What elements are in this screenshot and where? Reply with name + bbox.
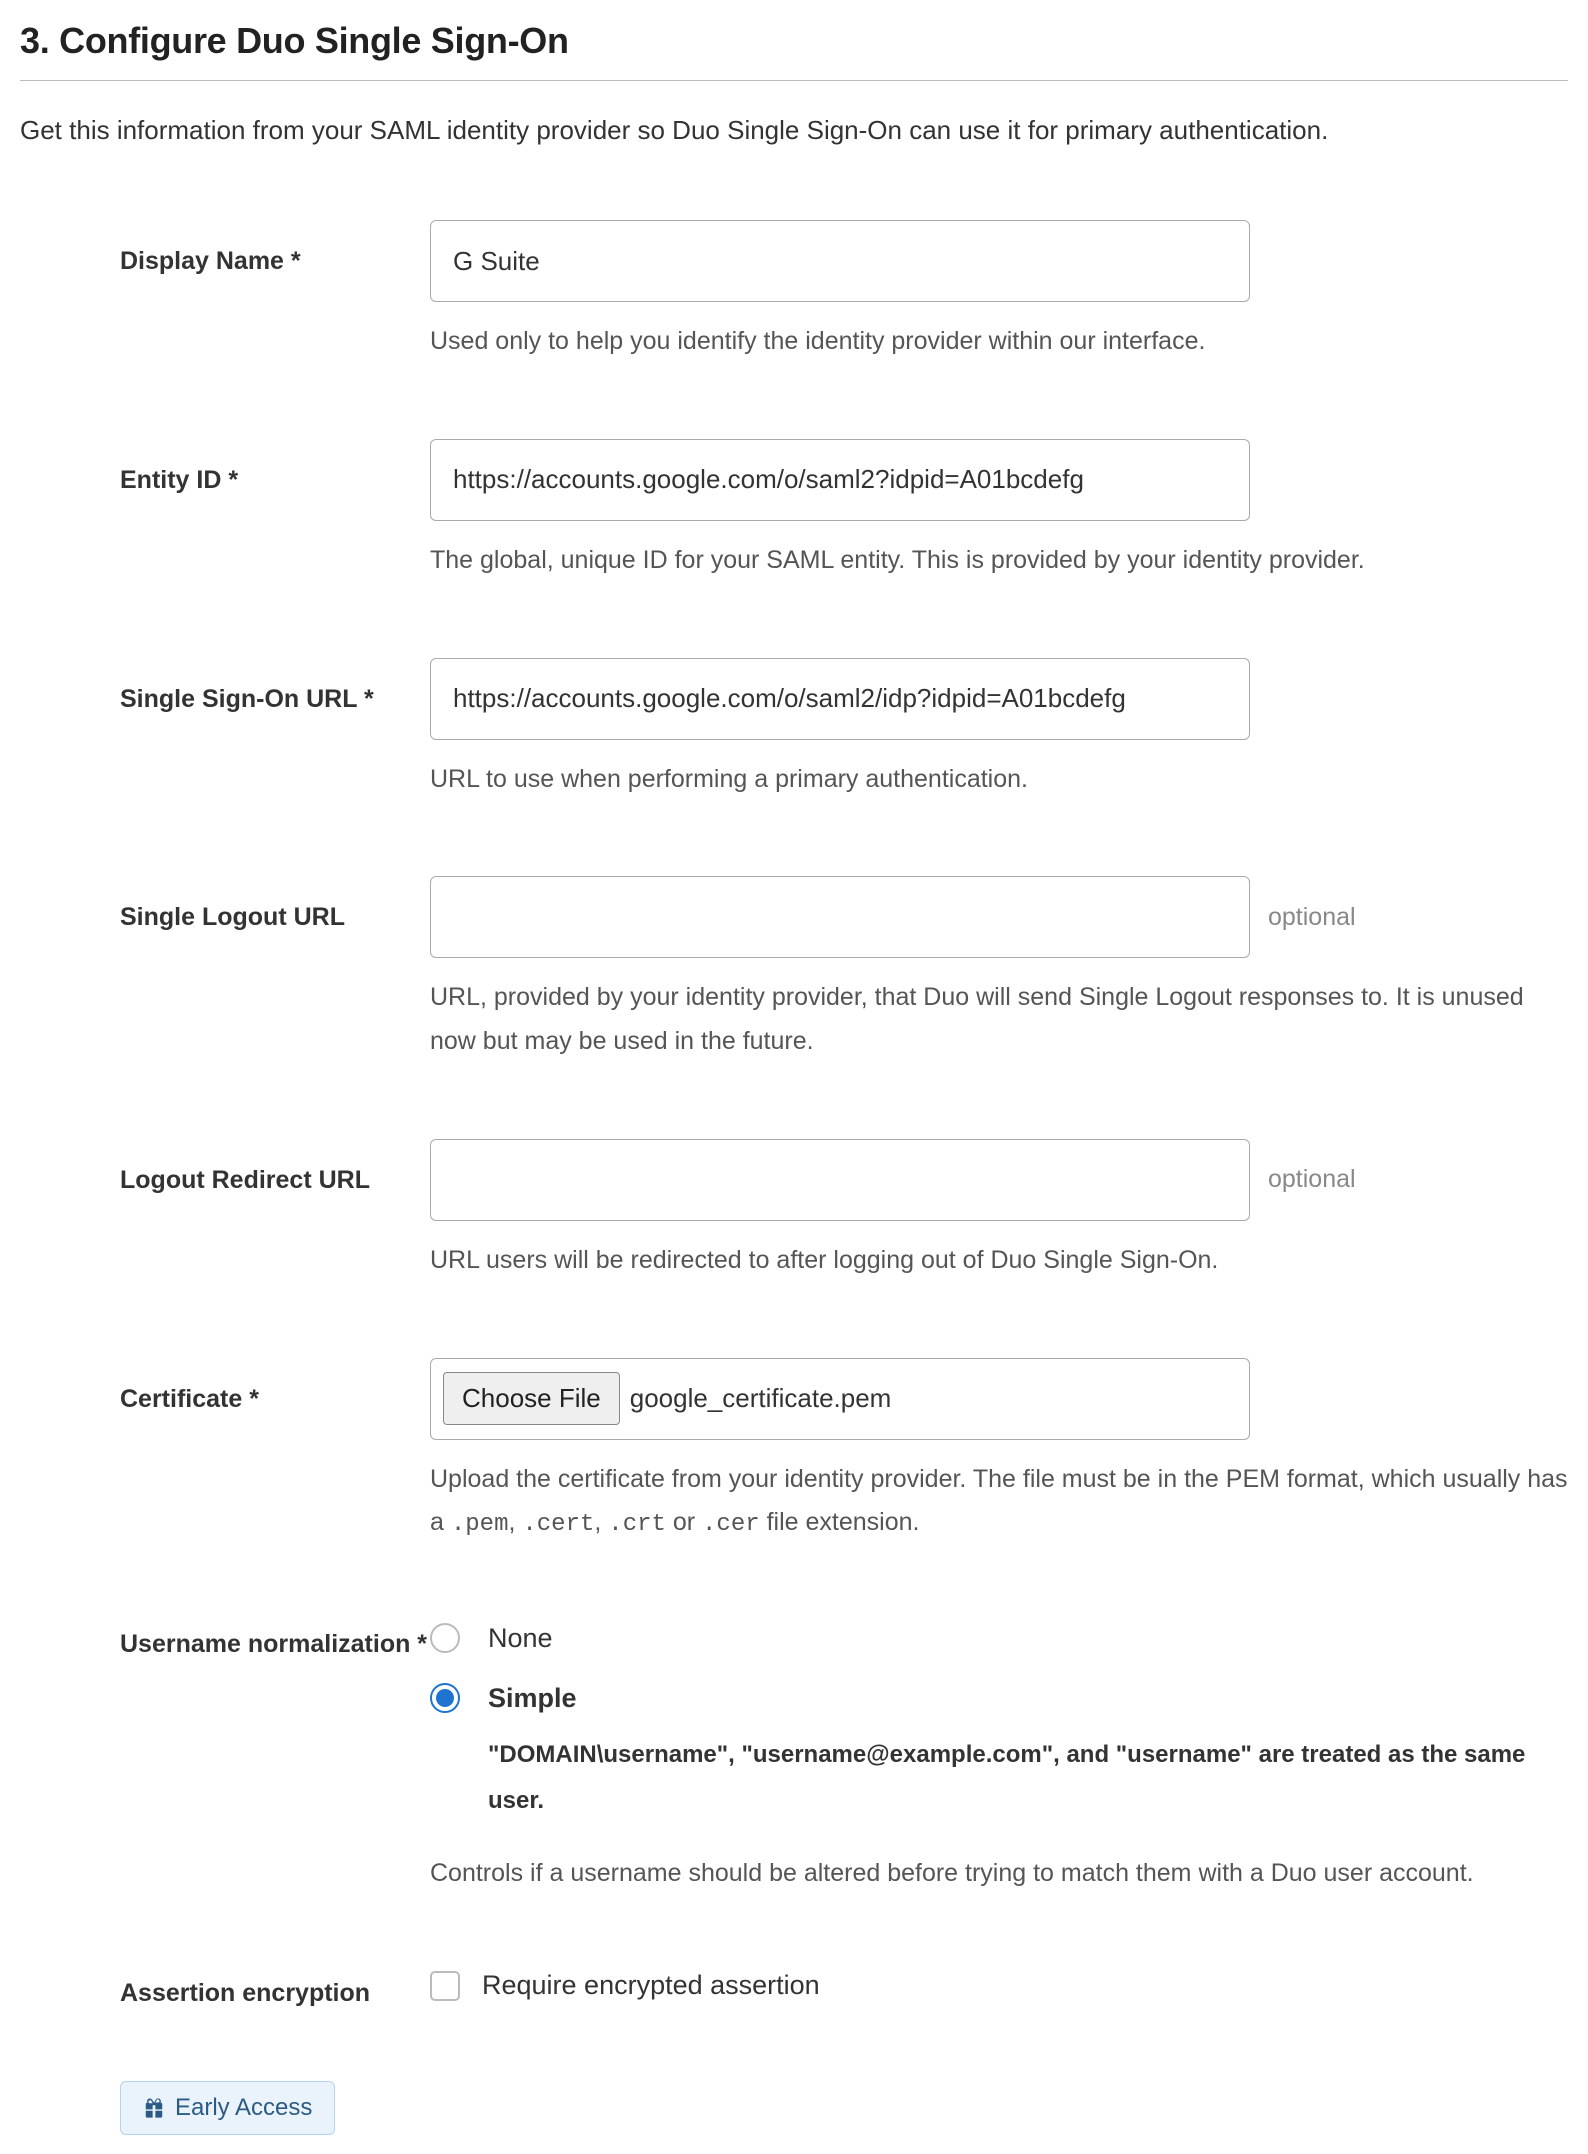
display-name-label: Display Name *	[120, 220, 430, 286]
display-name-help: Used only to help you identify the ident…	[430, 320, 1568, 364]
slo-url-optional: optional	[1268, 903, 1356, 932]
logout-redirect-label: Logout Redirect URL	[120, 1139, 430, 1205]
certificate-file-box[interactable]: Choose File google_certificate.pem	[430, 1358, 1250, 1440]
section-description: Get this information from your SAML iden…	[20, 111, 1568, 150]
early-access-badge[interactable]: Early Access	[120, 2081, 335, 2135]
slo-url-label: Single Logout URL	[120, 876, 430, 942]
require-encrypted-assertion-label: Require encrypted assertion	[482, 1970, 820, 2001]
gift-icon	[143, 2097, 165, 2119]
username-norm-none-label: None	[488, 1621, 1568, 1656]
display-name-input[interactable]	[430, 220, 1250, 302]
certificate-filename: google_certificate.pem	[630, 1383, 892, 1414]
choose-file-button[interactable]: Choose File	[443, 1372, 620, 1425]
logout-redirect-optional: optional	[1268, 1165, 1356, 1194]
username-norm-simple-label: Simple	[488, 1681, 1568, 1716]
logout-redirect-input[interactable]	[430, 1139, 1250, 1221]
entity-id-input[interactable]	[430, 439, 1250, 521]
username-norm-label: Username normalization *	[120, 1621, 430, 1669]
assertion-encryption-label: Assertion encryption	[120, 1970, 430, 2018]
entity-id-help: The global, unique ID for your SAML enti…	[430, 539, 1568, 583]
username-norm-radio-simple[interactable]	[430, 1683, 460, 1713]
sso-url-help: URL to use when performing a primary aut…	[430, 758, 1568, 802]
certificate-help: Upload the certificate from your identit…	[430, 1458, 1568, 1547]
username-norm-radio-none[interactable]	[430, 1623, 460, 1653]
require-encrypted-assertion-checkbox[interactable]	[430, 1971, 460, 2001]
certificate-label: Certificate *	[120, 1358, 430, 1424]
section-divider	[20, 80, 1568, 81]
early-access-text: Early Access	[175, 2094, 312, 2122]
section-title: 3. Configure Duo Single Sign-On	[20, 20, 1568, 62]
sso-url-label: Single Sign-On URL *	[120, 658, 430, 724]
username-norm-simple-desc: "DOMAIN\username", "username@example.com…	[488, 1732, 1568, 1823]
slo-url-help: URL, provided by your identity provider,…	[430, 976, 1568, 1064]
sso-url-input[interactable]	[430, 658, 1250, 740]
slo-url-input[interactable]	[430, 876, 1250, 958]
username-norm-help: Controls if a username should be altered…	[430, 1852, 1568, 1896]
logout-redirect-help: URL users will be redirected to after lo…	[430, 1239, 1568, 1283]
entity-id-label: Entity ID *	[120, 439, 430, 505]
